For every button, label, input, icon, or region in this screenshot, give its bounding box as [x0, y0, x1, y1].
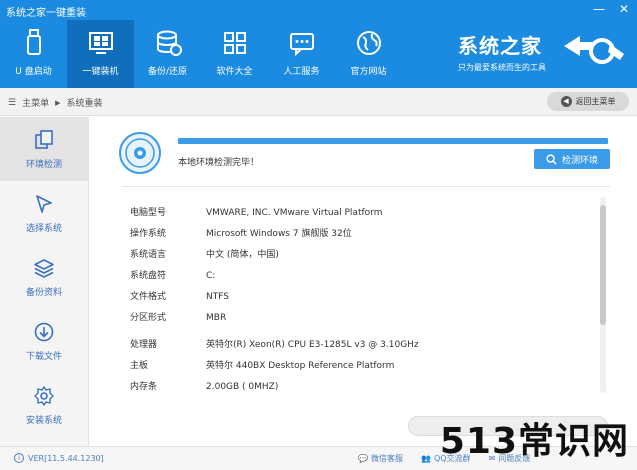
- sidebar: 环境检测 选择系统 备份资料 下载文件 安装系统: [0, 117, 89, 446]
- window-controls: — ✕: [593, 2, 629, 16]
- nav-service[interactable]: 人工服务: [268, 20, 335, 88]
- scrollbar[interactable]: [600, 197, 606, 393]
- download-icon: [34, 322, 54, 341]
- nav-usb-boot[interactable]: U 盘启动: [0, 20, 67, 88]
- apps-icon: [223, 32, 246, 54]
- info-row: 系统语言 中文 (简体，中国): [130, 250, 279, 260]
- globe-icon: [356, 31, 381, 55]
- progress-bar: [178, 138, 608, 144]
- usb-icon: [26, 29, 41, 55]
- sidebar-item-env-check[interactable]: 环境检测: [0, 117, 88, 181]
- main-nav: U 盘启动 一键装机 备份/还原 软件大全 人工服务 官方网站: [0, 20, 402, 88]
- main-panel: 本地环境检测完毕！ 检测环境 电脑型号 VMWARE, INC. VMware V…: [90, 117, 637, 446]
- status-text: 本地环境检测完毕！: [178, 158, 260, 168]
- info-row: 文件格式 NTFS: [130, 292, 229, 302]
- search-icon: [546, 153, 557, 165]
- close-button[interactable]: ✕: [619, 2, 629, 16]
- breadcrumb-home[interactable]: 主菜单: [22, 96, 49, 109]
- cursor-icon: [36, 194, 52, 213]
- watermark: 513常识网: [439, 421, 629, 462]
- breadcrumb-arrow-icon: ▶: [55, 98, 61, 107]
- brand-logo-icon: [564, 36, 624, 64]
- layers-icon: [34, 258, 54, 278]
- brand-title: 系统之家: [458, 34, 542, 58]
- info-row: 系统盘符 C:: [130, 271, 216, 281]
- sidebar-item-backup-data[interactable]: 备份资料: [0, 245, 88, 309]
- settings-icon: [34, 385, 54, 406]
- brand-subtitle: 只为最爱系统而生的工具: [458, 63, 546, 72]
- sidebar-item-install[interactable]: 安装系统: [0, 373, 88, 437]
- nav-backup-restore[interactable]: 备份/还原: [134, 20, 201, 88]
- minimize-button[interactable]: —: [593, 2, 605, 16]
- brand: 系统之家 只为最爱系统而生的工具: [458, 30, 546, 73]
- footer-link-wechat[interactable]: 💬 微信客服: [358, 453, 403, 464]
- chat-icon: [289, 33, 314, 57]
- sidebar-item-select-system[interactable]: 选择系统: [0, 181, 88, 245]
- info-row: 内存条 2.00GB ( 0MHZ): [130, 382, 279, 392]
- info-row: 电脑型号 VMWARE, INC. VMware Virtual Platform: [130, 208, 383, 218]
- window-title: 系统之家一键重装: [6, 8, 86, 19]
- info-row: 处理器 英特尔(R) Xeon(R) CPU E3-1285L v3 @ 3.10…: [130, 340, 419, 350]
- menu-icon: ☰: [8, 97, 17, 108]
- detect-environment-button[interactable]: 检测环境: [534, 149, 610, 169]
- divider: [122, 186, 610, 187]
- scrollbar-thumb[interactable]: [600, 205, 606, 325]
- nav-software[interactable]: 软件大全: [201, 20, 268, 88]
- breadcrumb-current: 系统重装: [66, 99, 103, 109]
- info-icon: i: [14, 453, 24, 463]
- info-row: 操作系统 Microsoft Windows 7 旗舰版 32位: [130, 229, 352, 239]
- nav-one-click-install[interactable]: 一键装机: [67, 20, 134, 88]
- version-info: i VER[11.5.44.1230]: [14, 453, 104, 463]
- header: 系统之家一键重装 — ✕ U 盘启动 一键装机 备份/还原 软件大全 人工服务 …: [0, 0, 637, 88]
- breadcrumb-bar: ☰ 主菜单 ▶ 系统重装 ◀ 返回主菜单: [0, 88, 637, 116]
- disc-icon: [119, 132, 161, 174]
- wechat-icon: 💬: [358, 454, 368, 463]
- breadcrumb: ☰ 主菜单 ▶ 系统重装: [8, 96, 103, 110]
- back-arrow-icon: ◀: [560, 96, 572, 107]
- info-row: 主板 英特尔 440BX Desktop Reference Platform: [130, 361, 395, 371]
- nav-website[interactable]: 官方网站: [335, 20, 402, 88]
- database-icon: [156, 30, 182, 56]
- windows-icon: [88, 32, 113, 54]
- info-row: 分区形式 MBR: [130, 313, 227, 323]
- qq-icon: 👥: [420, 454, 431, 463]
- copy-icon: [35, 129, 53, 149]
- sidebar-item-download[interactable]: 下载文件: [0, 309, 88, 373]
- back-to-menu-button[interactable]: ◀ 返回主菜单: [547, 92, 629, 111]
